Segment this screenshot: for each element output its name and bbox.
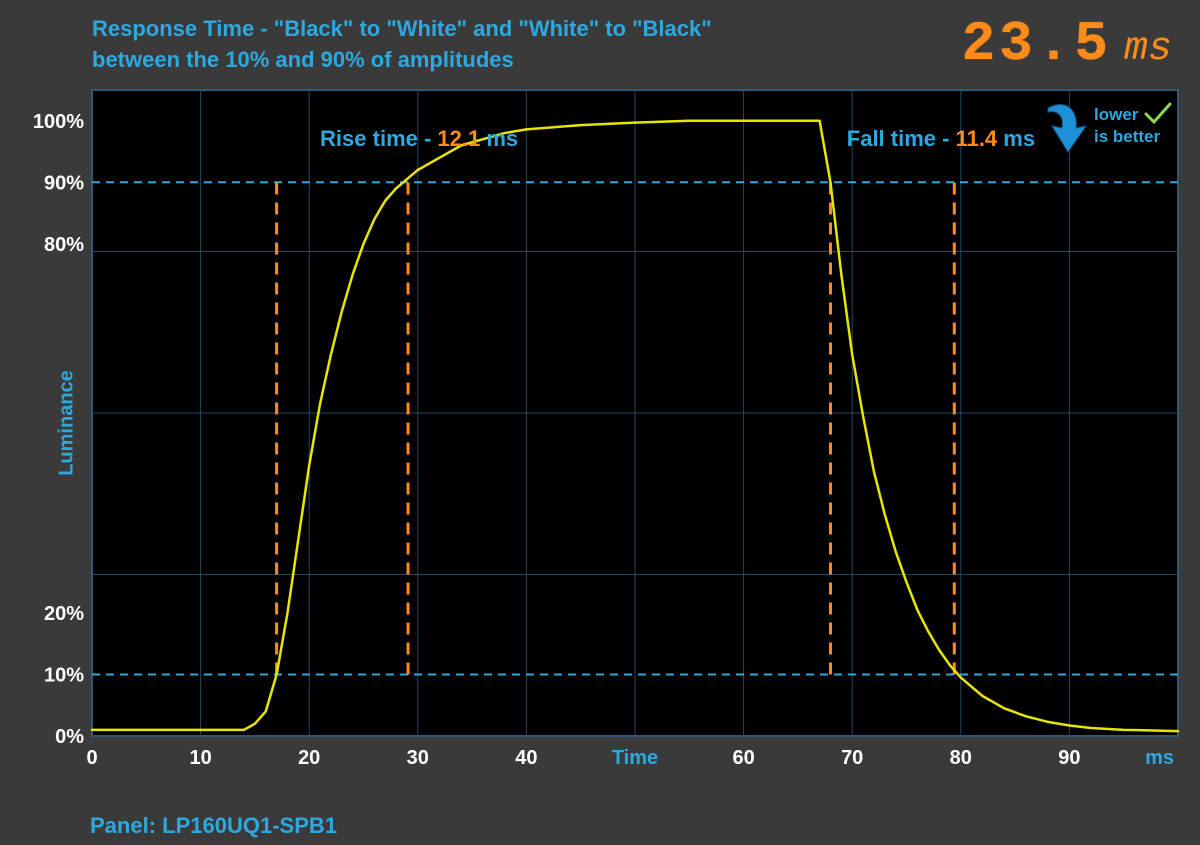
chart-area: 0% 10% 20% 80% 90% 100% 0 10 20 30 40 60 70 80 90 Time m… [30, 82, 1188, 834]
svg-text:Time: Time [612, 747, 658, 769]
title-line-1: Response Time - "Black" to "White" and "… [92, 14, 712, 45]
svg-text:80%: 80% [44, 234, 84, 256]
svg-text:20%: 20% [44, 603, 84, 625]
svg-text:10%: 10% [44, 664, 84, 686]
panel-prefix: Panel: [90, 813, 162, 838]
panel-model: LP160UQ1-SPB1 [162, 813, 337, 838]
svg-text:lower: lower [1094, 105, 1139, 124]
svg-text:0%: 0% [55, 726, 84, 748]
svg-text:80: 80 [950, 747, 972, 769]
panel-label: Panel: LP160UQ1-SPB1 [90, 813, 337, 839]
svg-text:ms: ms [1145, 747, 1174, 769]
svg-text:is better: is better [1094, 127, 1161, 146]
svg-text:40: 40 [515, 747, 537, 769]
total-value: 23.5 [962, 12, 1112, 76]
app-frame: Response Time - "Black" to "White" and "… [0, 0, 1200, 845]
total-readout: 23.5 ms [962, 12, 1172, 76]
svg-text:30: 30 [407, 747, 429, 769]
svg-text:Fall time - 11.4 ms: Fall time - 11.4 ms [847, 126, 1035, 151]
svg-text:70: 70 [841, 747, 863, 769]
svg-text:90: 90 [1058, 747, 1080, 769]
chart-svg: 0% 10% 20% 80% 90% 100% 0 10 20 30 40 60 70 80 90 Time m… [30, 82, 1188, 782]
total-unit: ms [1124, 27, 1172, 72]
title-line-2: between the 10% and 90% of amplitudes [92, 45, 712, 76]
svg-text:20: 20 [298, 747, 320, 769]
chart-title: Response Time - "Black" to "White" and "… [92, 14, 712, 76]
svg-text:10: 10 [189, 747, 211, 769]
svg-text:60: 60 [732, 747, 754, 769]
svg-text:0: 0 [86, 747, 97, 769]
svg-text:100%: 100% [33, 111, 84, 133]
svg-text:Rise time - 12.1 ms: Rise time - 12.1 ms [320, 126, 518, 151]
svg-text:90%: 90% [44, 172, 84, 194]
